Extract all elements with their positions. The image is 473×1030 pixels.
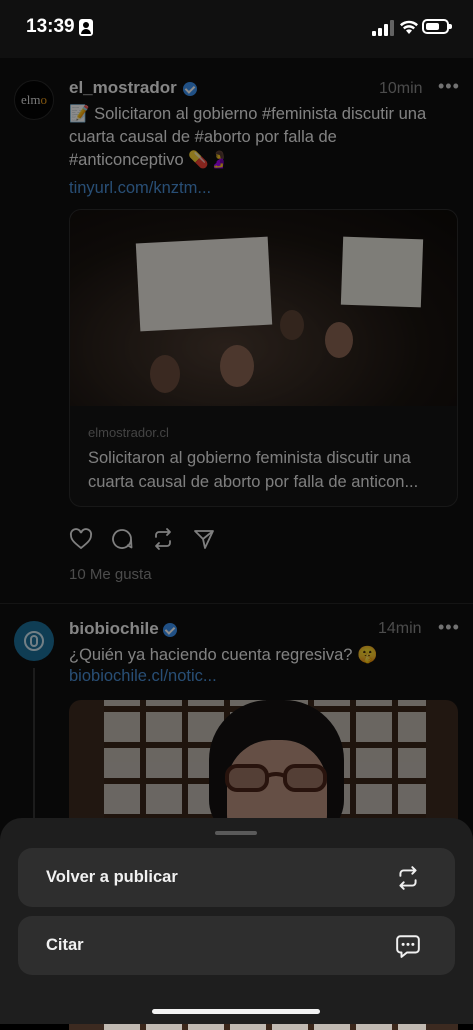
post-text-line: 📝 Solicitaron al gobierno #feminista dis… bbox=[69, 105, 427, 123]
contact-icon bbox=[79, 19, 93, 36]
avatar[interactable]: elmo bbox=[14, 80, 54, 120]
post-time: 10min bbox=[379, 80, 423, 97]
quote-button-label: Citar bbox=[46, 936, 84, 954]
avatar[interactable] bbox=[14, 621, 54, 661]
avatar-accent: o bbox=[40, 92, 48, 107]
like-heart-icon[interactable] bbox=[69, 527, 93, 551]
repost-icon bbox=[399, 866, 417, 890]
repost-bottom-sheet: Volver a publicar Citar bbox=[0, 818, 473, 1024]
status-time: 13:39 bbox=[26, 16, 75, 37]
threads-feed-screen: 13:39 elmo el_mostrador 10min ••• 📝 Soli… bbox=[0, 0, 473, 1030]
post-link[interactable]: biobiochile.cl/notic... bbox=[69, 667, 217, 686]
link-preview-card[interactable]: elmostrador.cl Solicitaron al gobierno f… bbox=[69, 209, 458, 507]
crowd-face bbox=[325, 322, 353, 358]
quote-button[interactable]: Citar bbox=[18, 916, 455, 975]
verified-icon bbox=[183, 82, 197, 96]
preview-domain: elmostrador.cl bbox=[88, 425, 169, 440]
likes-count[interactable]: 10 Me gusta bbox=[69, 566, 152, 583]
crowd-face bbox=[150, 355, 180, 393]
wifi-icon bbox=[400, 20, 418, 34]
post-text-line: #anticonceptivo 💊🤰 bbox=[69, 151, 230, 169]
preview-title: Solicitaron al gobierno feminista discut… bbox=[88, 449, 419, 491]
post-time: 14min bbox=[378, 620, 422, 637]
post-text: ¿Quién ya haciendo cuenta regresiva? 🤫 bbox=[69, 646, 378, 664]
post-username[interactable]: el_mostrador bbox=[69, 78, 177, 98]
protest-sign bbox=[340, 236, 424, 308]
post-text: 📝 Solicitaron al gobierno #feminista dis… bbox=[69, 103, 459, 172]
sheet-grabber[interactable] bbox=[215, 831, 257, 835]
verified-icon bbox=[163, 623, 177, 637]
avatar-label: elm bbox=[21, 92, 41, 107]
repost-icon[interactable] bbox=[151, 527, 175, 551]
post-link[interactable]: tinyurl.com/knztm... bbox=[69, 179, 211, 198]
home-indicator[interactable] bbox=[152, 1009, 320, 1014]
crowd-face bbox=[280, 310, 304, 340]
protest-sign bbox=[135, 236, 273, 332]
share-send-icon[interactable] bbox=[192, 527, 216, 551]
cellular-signal-icon bbox=[372, 20, 394, 36]
person-glasses bbox=[225, 764, 327, 792]
more-options-icon[interactable]: ••• bbox=[438, 617, 460, 638]
preview-image bbox=[70, 210, 457, 406]
battery-icon bbox=[422, 19, 452, 34]
post-divider bbox=[0, 603, 473, 604]
post-text-line: cuarta causal de #aborto por falla de bbox=[69, 128, 337, 146]
more-options-icon[interactable]: ••• bbox=[438, 76, 460, 97]
post-username[interactable]: biobiochile bbox=[69, 619, 159, 639]
quote-bubble-icon bbox=[396, 935, 420, 958]
repost-button[interactable]: Volver a publicar bbox=[18, 848, 455, 907]
crowd-face bbox=[220, 345, 254, 387]
status-bar: 13:39 bbox=[0, 0, 473, 58]
comment-bubble-icon[interactable] bbox=[110, 527, 134, 551]
repost-button-label: Volver a publicar bbox=[46, 868, 178, 886]
